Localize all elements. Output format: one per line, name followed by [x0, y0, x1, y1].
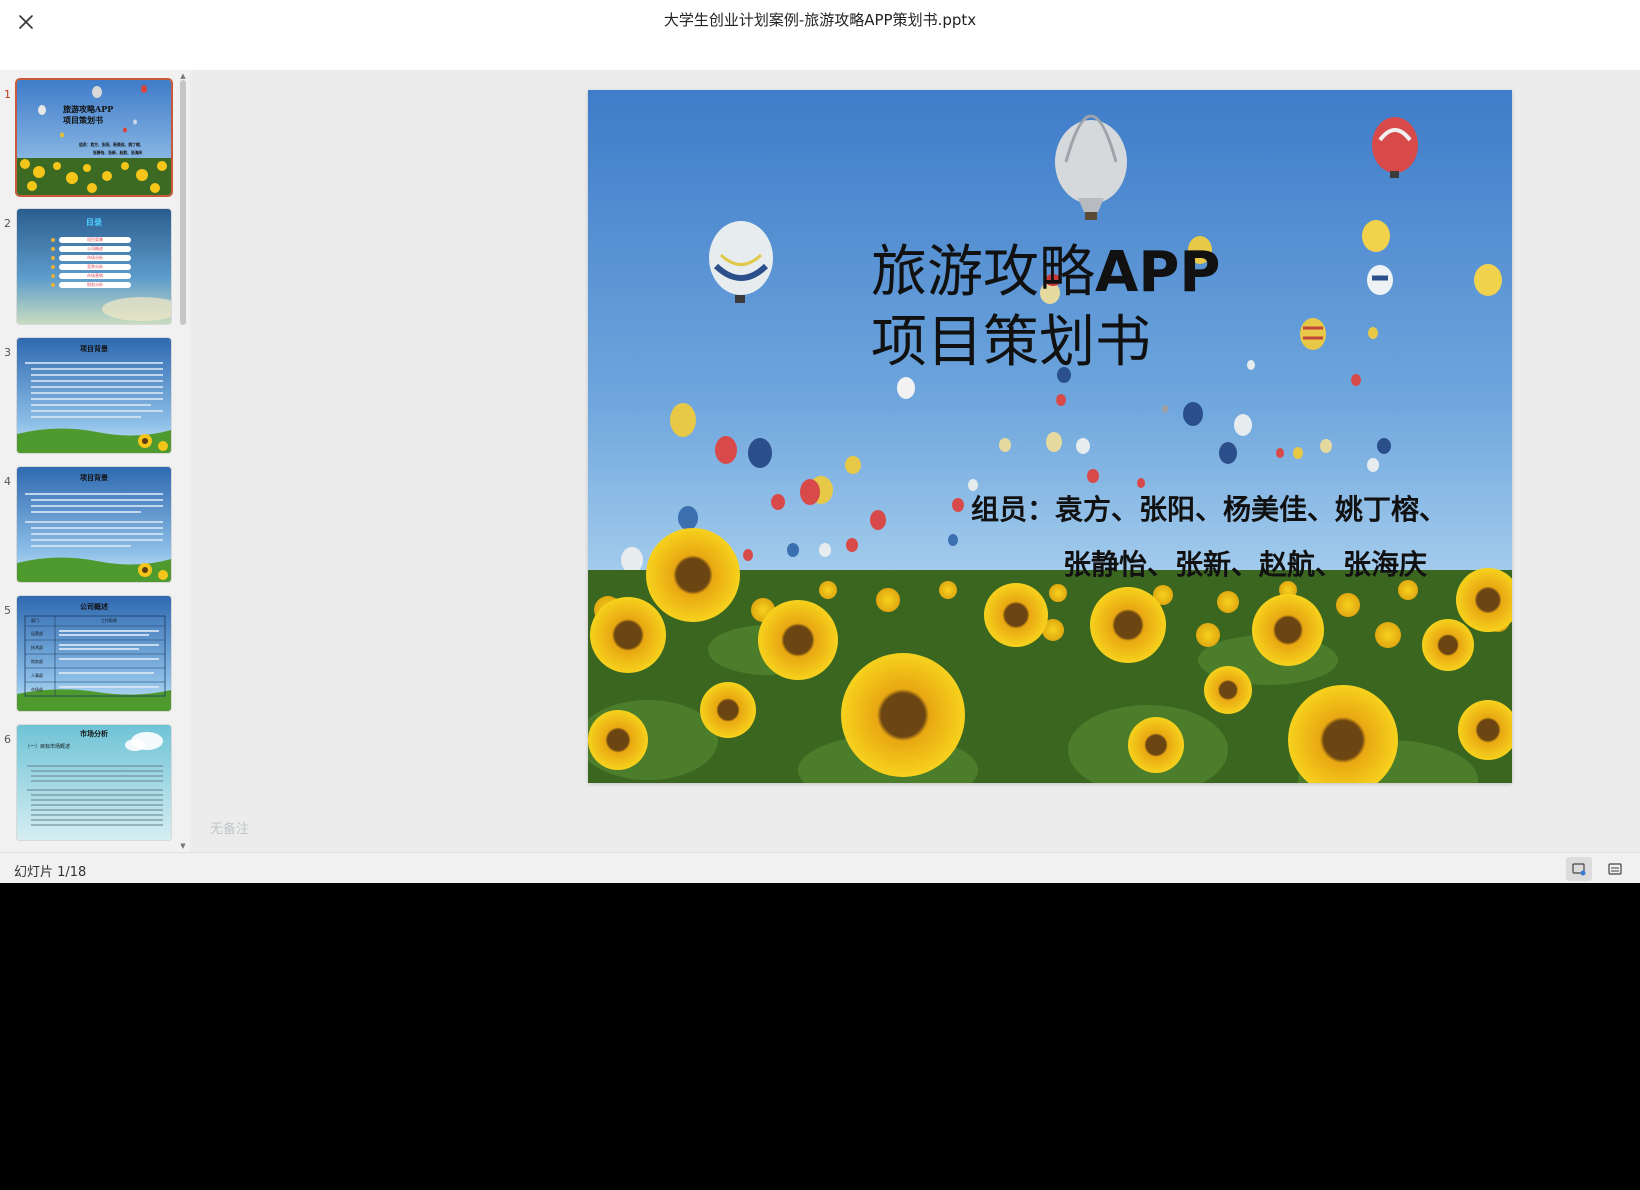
slide-title-app: APP [1095, 240, 1221, 305]
slide-title: 旅游攻略APP 项目策划书 [871, 238, 1220, 378]
thumbnail-title-line2: 项目策划书 [63, 115, 103, 125]
thumbnail-members-line1: 组员：袁方、张阳、杨美佳、姚丁榕、 [79, 142, 144, 147]
thumbnail-members-line2: 张静怡、张新、赵航、张海庆 [93, 150, 143, 155]
thumbnail-panel[interactable]: 1 旅游攻略APP 项目策划书 组员：袁方、张阳、杨美佳、姚丁榕、 张静怡、张新… [0, 70, 190, 852]
thumbnail-toc-item: 项目背景 [87, 237, 103, 242]
thumbnail-toc-item: 财务分析 [87, 282, 103, 287]
thumbnail-slide-title: 公司概述 [80, 603, 108, 611]
thumbnail-number: 3 [4, 346, 11, 359]
thumbnail-number: 1 [4, 88, 11, 101]
slide-view-button[interactable] [1566, 857, 1592, 881]
thumbnail-slide-2[interactable]: 目录 项目背景 公司概述 市场分析 竞争分析 市场营销 财务分析 [17, 209, 171, 324]
thumbnail-item-5[interactable]: 5 公司概述 部门 工作职责 运营部 技术部 财务部 人事部 市场部 [0, 594, 180, 719]
thumbnail-slide-4[interactable]: 项目背景 [17, 467, 171, 582]
thumbnail-slide-title: 市场分析 [80, 730, 108, 738]
thumbnail-number: 5 [4, 604, 11, 617]
title-bar: 大学生创业计划案例-旅游攻略APP策划书.pptx [0, 0, 1640, 70]
presentation-viewer: 大学生创业计划案例-旅游攻略APP策划书.pptx 1 旅游攻略APP 项目策划… [0, 0, 1640, 883]
slide-members: 组员：袁方、张阳、杨美佳、姚丁榕、 张静怡、张新、赵航、张海庆 [971, 482, 1447, 592]
thumbnail-toc-title: 目录 [86, 218, 102, 227]
slide-title-line2: 项目策划书 [871, 310, 1151, 375]
scroll-up-arrow-icon[interactable]: ▲ [179, 72, 187, 80]
thumbnail-item-3[interactable]: 3 项目背景 [0, 336, 180, 461]
thumbnail-table-header: 部门 [31, 618, 39, 623]
thumbnail-toc-item: 市场分析 [87, 255, 103, 260]
slide-counter: 幻灯片 1/18 [14, 865, 87, 880]
slide-title-line1: 旅游攻略APP [871, 238, 1220, 308]
thumbnail-slide-6[interactable]: 市场分析 （一）目标市场概述 [17, 725, 171, 840]
thumbnail-table-header: 工作职责 [101, 618, 117, 623]
thumbnail-number: 6 [4, 733, 11, 746]
thumbnail-table-cell: 财务部 [31, 659, 43, 664]
thumbnail-table-cell: 技术部 [31, 645, 43, 650]
thumbnail-slide-1[interactable]: 旅游攻略APP 项目策划书 组员：袁方、张阳、杨美佳、姚丁榕、 张静怡、张新、赵… [17, 80, 171, 195]
thumbnail-slide-title: 项目背景 [80, 474, 108, 482]
status-bar: 幻灯片 1/18 [0, 852, 1640, 883]
thumbnail-table-cell: 运营部 [31, 631, 43, 636]
thumbnail-item-1[interactable]: 1 旅游攻略APP 项目策划书 组员：袁方、张阳、杨美佳、姚丁榕、 张静怡、张新… [0, 78, 180, 203]
thumbnail-toc-item: 公司概述 [87, 246, 103, 251]
slide-members-line1: 组员：袁方、张阳、杨美佳、姚丁榕、 [971, 493, 1448, 526]
thumbnail-slide-3[interactable]: 项目背景 [17, 338, 171, 453]
thumbnail-title-line1: 旅游攻略APP [63, 104, 114, 114]
thumbnail-item-4[interactable]: 4 项目背景 [0, 465, 180, 590]
scroll-down-arrow-icon[interactable]: ▼ [179, 842, 187, 850]
scrollbar-thumb[interactable] [180, 80, 186, 325]
document-title: 大学生创业计划案例-旅游攻略APP策划书.pptx [663, 11, 977, 29]
thumbnail-table-cell: 人事部 [31, 673, 43, 678]
thumbnail-item-6[interactable]: 6 市场分析 （一）目标市场概述 [0, 723, 180, 848]
thumbnail-number: 4 [4, 475, 11, 488]
thumbnail-number: 2 [4, 217, 11, 230]
slide-title-cn: 旅游攻略 [871, 240, 1095, 305]
thumbnail-item-2[interactable]: 2 目录 项目背景 公司概述 市场分析 竞争分析 市场营销 财务分析 [0, 207, 180, 332]
current-slide[interactable]: 旅游攻略APP 项目策划书 组员：袁方、张阳、杨美佳、姚丁榕、 张静怡、张新、赵… [588, 90, 1512, 783]
notes-view-button[interactable] [1602, 857, 1628, 881]
slide-view-icon [1572, 863, 1586, 876]
slide-members-line2: 张静怡、张新、赵航、张海庆 [1063, 548, 1428, 581]
thumbnail-toc-item: 市场营销 [87, 273, 103, 278]
notes-view-icon [1608, 863, 1622, 875]
thumbnail-slide-title: 项目背景 [80, 345, 108, 353]
thumbnail-toc-item: 竞争分析 [87, 264, 103, 269]
slide-background-image [588, 90, 1512, 783]
thumbnail-slide-5[interactable]: 公司概述 部门 工作职责 运营部 技术部 财务部 人事部 市场部 [17, 596, 171, 711]
notes-placeholder[interactable]: 无备注 [210, 818, 249, 837]
thumbnail-slide-subtitle: （一）目标市场概述 [25, 744, 71, 750]
thumbnail-table-cell: 市场部 [31, 687, 43, 692]
thumbnail-scrollbar[interactable]: ▲ ▼ [179, 70, 187, 852]
